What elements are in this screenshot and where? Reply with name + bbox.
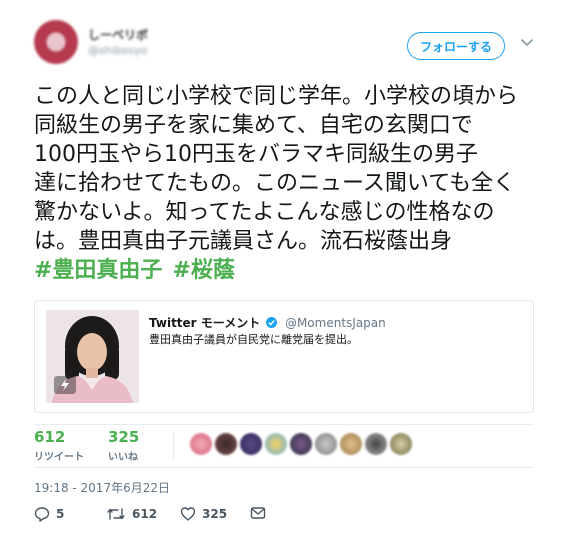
retweet-button[interactable]: 612 [106, 506, 157, 522]
divider [34, 467, 534, 468]
follow-button[interactable]: フォローする [407, 32, 505, 60]
divider [34, 424, 534, 425]
liker-avatar[interactable] [365, 433, 387, 455]
retweet-count: 612 [132, 507, 158, 521]
retweet-icon [107, 508, 125, 520]
tweet-timestamp[interactable]: 19:18 - 2017年6月22日 [34, 479, 170, 496]
heart-icon [180, 507, 196, 521]
retweet-stat-count[interactable]: 612 [34, 428, 65, 446]
tweet-line: は。豊田真由子元議員さん。流石桜蔭出身 [34, 229, 453, 254]
reply-count: 5 [56, 507, 65, 521]
card-description: 豊田真由子議員が自民党に離党届を提出。 [149, 333, 358, 346]
card-handle: @MomentsJapan [284, 316, 386, 330]
divider [173, 430, 174, 460]
retweet-stat-label: リツイート [34, 452, 84, 463]
user-handle[interactable]: @shibesyo [88, 44, 147, 57]
like-count: 325 [202, 507, 228, 521]
liker-avatar[interactable] [290, 433, 312, 455]
display-name[interactable]: しーベリボ [88, 26, 148, 43]
tweet-line: 100円玉やら10円玉をバラマキ同級生の男子 [34, 142, 478, 167]
envelope-icon [250, 507, 266, 519]
liker-avatar[interactable] [215, 433, 237, 455]
tweet-line: この人と同じ小学校で同じ学年。小学校の頃から [34, 84, 519, 109]
tweet-line: 驚かないよ。知ってたよこんな感じの性格なの [34, 200, 495, 225]
like-stat-label: いいね [108, 452, 138, 463]
chevron-down-icon[interactable] [520, 36, 534, 50]
hashtag-link[interactable]: #豊田真由子 [34, 258, 162, 283]
direct-message-button[interactable] [250, 506, 266, 520]
liker-avatar[interactable] [340, 433, 362, 455]
hashtag-link[interactable]: #桜蔭 [172, 258, 234, 283]
liker-avatars [190, 433, 412, 457]
liker-avatar[interactable] [190, 433, 212, 455]
card-source[interactable]: Twitter モーメント @MomentsJapan [149, 314, 386, 331]
card-source-name: Twitter モーメント [149, 316, 261, 330]
hashtag-row: #豊田真由子 #桜蔭 [34, 256, 245, 285]
lightning-bolt-icon [54, 376, 76, 394]
like-button[interactable]: 325 [180, 506, 227, 522]
tweet-line: 達に拾わせてたもの。このニュース聞いても全く [34, 171, 516, 196]
liker-avatar[interactable] [390, 433, 412, 455]
liker-avatar[interactable] [315, 433, 337, 455]
tweet-text: この人と同じ小学校で同じ学年。小学校の頃から 同級生の男子を家に集めて、自宅の玄… [34, 82, 546, 256]
like-stat-count[interactable]: 325 [108, 428, 139, 446]
reply-button[interactable]: 5 [34, 506, 64, 522]
reply-icon [34, 507, 50, 522]
liker-avatar[interactable] [240, 433, 262, 455]
tweet-line: 同級生の男子を家に集めて、自宅の玄関口で [34, 113, 473, 138]
profile-avatar[interactable] [34, 20, 78, 64]
verified-badge-icon [266, 317, 278, 328]
liker-avatar[interactable] [265, 433, 287, 455]
